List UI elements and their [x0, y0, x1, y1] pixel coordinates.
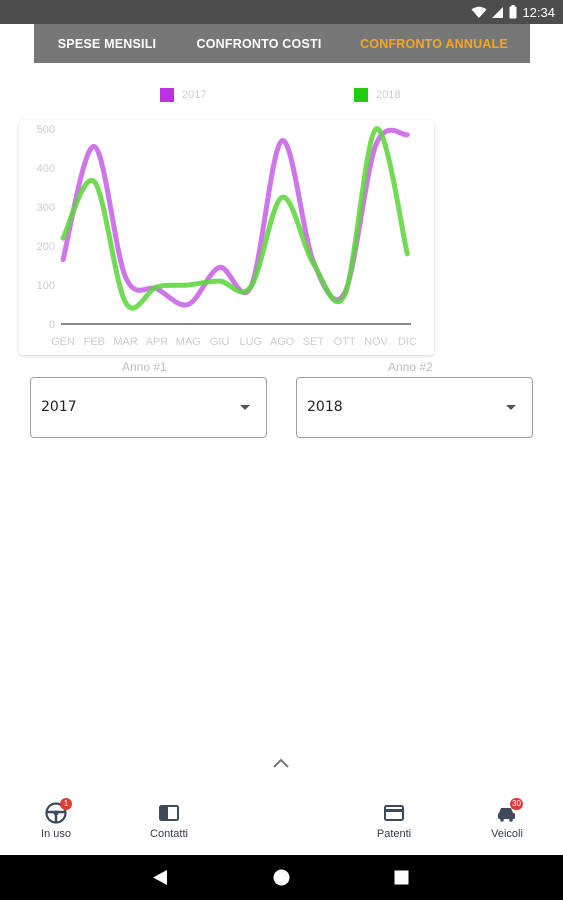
legend-label-2018: 2018: [376, 89, 401, 101]
x-tick-label: NOV: [364, 336, 389, 348]
recents-icon[interactable]: [394, 870, 409, 885]
x-tick-label: GEN: [51, 336, 75, 348]
anno1-value: 2017: [41, 399, 77, 415]
battery-icon: [509, 5, 517, 19]
nav-label-contatti: Contatti: [150, 828, 188, 840]
x-tick-label: APR: [146, 336, 169, 348]
anno2-value: 2018: [307, 399, 343, 415]
y-tick-label: 100: [37, 280, 55, 292]
x-tick-label: AGO: [270, 336, 295, 348]
x-tick-label: OTT: [334, 336, 356, 348]
status-time: 12:34: [522, 4, 555, 20]
y-tick-label: 300: [37, 202, 55, 214]
chevron-down-icon: [240, 405, 250, 410]
tab-confronto-costi[interactable]: CONFRONTO COSTI: [180, 24, 338, 63]
legend-label-2017: 2017: [182, 89, 207, 101]
legend-swatch-2017: [160, 88, 174, 102]
anno1-select[interactable]: 2017: [30, 377, 267, 438]
nav-item-contatti[interactable]: Contatti: [129, 797, 209, 847]
annual-comparison-chart: 0 100 200 300 400 500 GEN FEB MAR APR MAG GIU LUG AGO…: [37, 124, 417, 348]
y-tick-label: 500: [37, 124, 55, 136]
nav-item-in-uso[interactable]: 1 In uso: [16, 797, 96, 847]
legend-item-2017[interactable]: 2017: [160, 88, 206, 102]
x-tick-label: LUG: [239, 336, 262, 348]
chevron-up-icon[interactable]: [272, 756, 290, 770]
contacts-icon: [157, 801, 181, 825]
bottom-nav: 1 In uso Contatti Patenti 30 Veicoli: [0, 797, 563, 855]
nav-badge-veicoli: 30: [510, 798, 523, 810]
home-icon[interactable]: [273, 869, 290, 886]
signal-icon: [492, 6, 504, 18]
y-tick-label: 200: [37, 241, 55, 253]
nav-label-veicoli: Veicoli: [491, 828, 523, 840]
nav-label-in-uso: In uso: [41, 828, 71, 840]
nav-item-veicoli[interactable]: 30 Veicoli: [467, 797, 547, 847]
car-icon: 30: [495, 798, 523, 825]
chart-card: 0 100 200 300 400 500 GEN FEB MAR APR MAG GIU LUG AGO…: [19, 120, 434, 355]
status-icons: 12:34: [471, 3, 555, 21]
tab-confronto-annuale[interactable]: CONFRONTO ANNUALE: [338, 24, 530, 63]
y-tick-label: 400: [37, 163, 55, 175]
series-line-2017: [60, 127, 410, 308]
tab-spese-mensili[interactable]: SPESE MENSILI: [34, 24, 180, 63]
steering-wheel-icon: 1: [44, 798, 72, 825]
tab-bar: SPESE MENSILI CONFRONTO COSTI CONFRONTO …: [34, 24, 530, 63]
anno2-select[interactable]: 2018: [296, 377, 533, 438]
x-tick-label: SET: [303, 336, 325, 348]
nav-badge-in-uso: 1: [60, 798, 72, 810]
x-tick-label: FEB: [84, 336, 105, 348]
legend-item-2018[interactable]: 2018: [354, 88, 400, 102]
x-tick-label: MAG: [176, 336, 201, 348]
anno1-label: Anno #1: [122, 360, 167, 374]
nav-label-patenti: Patenti: [376, 828, 412, 840]
nav-item-patenti[interactable]: Patenti: [354, 797, 434, 847]
card-icon: [382, 801, 406, 825]
back-icon[interactable]: [152, 869, 168, 886]
system-nav-bar: [0, 855, 563, 900]
y-tick-label: 0: [49, 319, 55, 331]
status-bar: 12:34: [0, 0, 563, 24]
anno2-label: Anno #2: [388, 360, 433, 374]
x-tick-label: GIU: [210, 336, 230, 348]
legend-swatch-2018: [354, 88, 368, 102]
chevron-down-icon: [506, 405, 516, 410]
x-tick-label: MAR: [113, 336, 138, 348]
wifi-icon: [471, 6, 487, 18]
x-tick-label: DIC: [398, 336, 417, 348]
